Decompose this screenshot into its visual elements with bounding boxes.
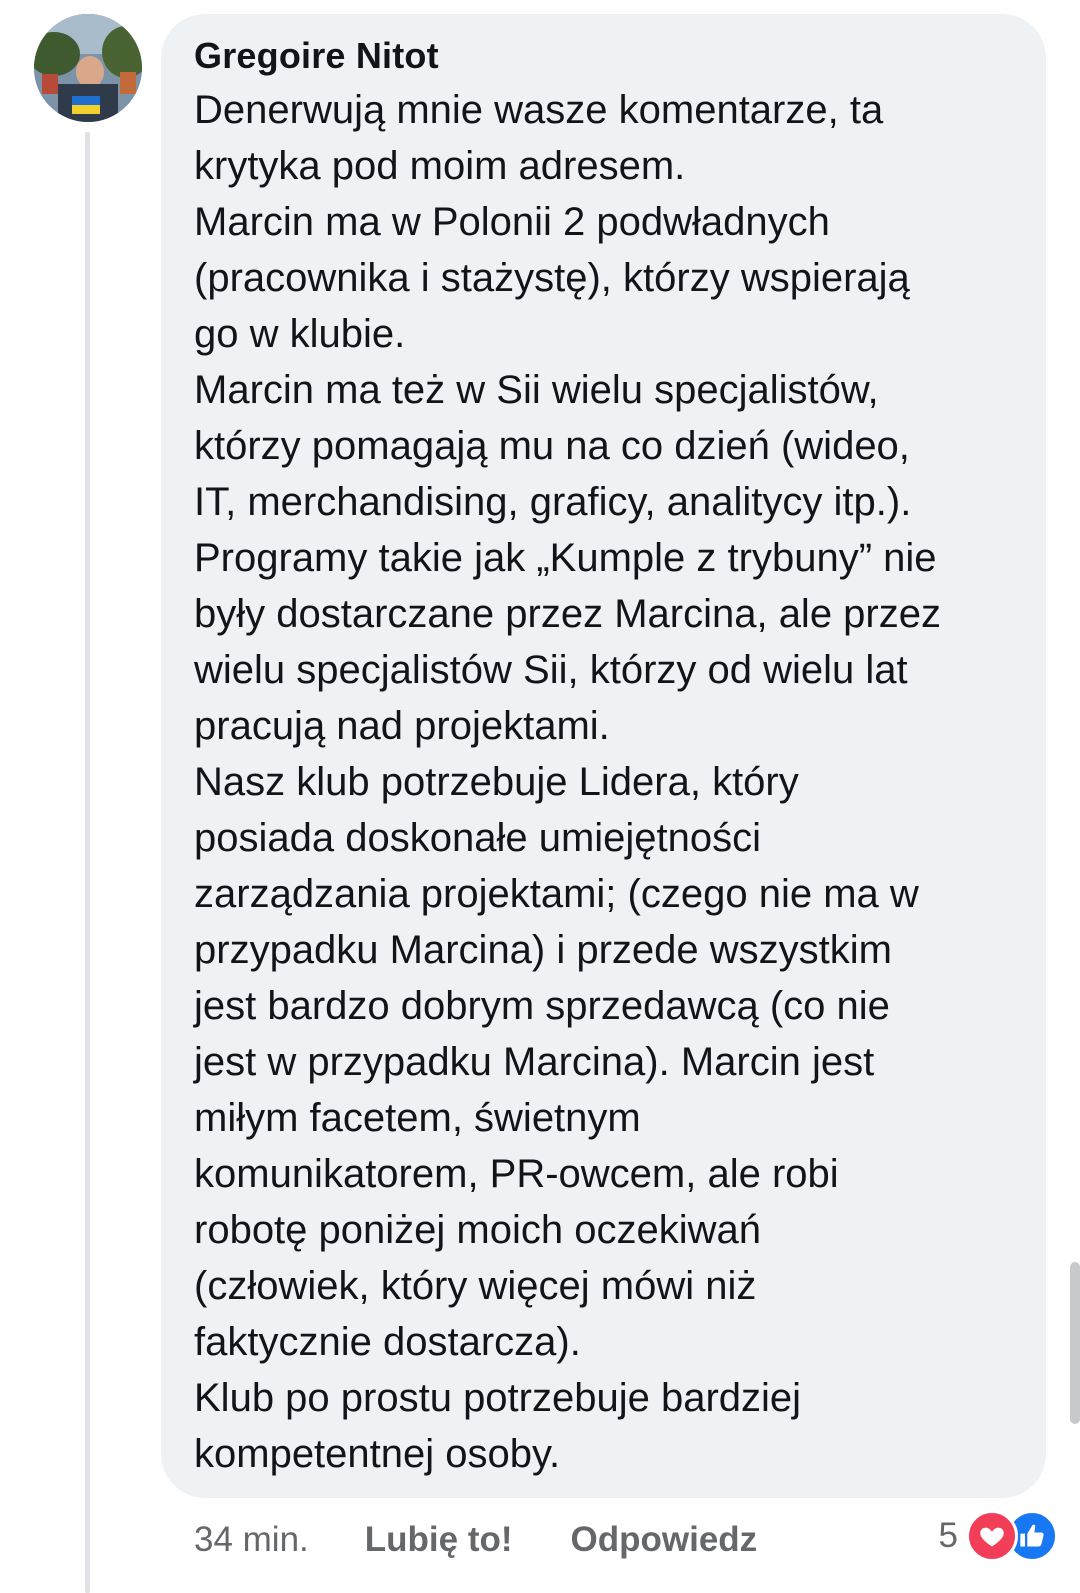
- comment-bubble: Gregoire Nitot Denerwują mnie wasze kome…: [161, 14, 1046, 1498]
- scrollbar[interactable]: [1070, 1262, 1080, 1424]
- comment-actions: 34 min. Lubię to! Odpowiedz: [194, 1514, 815, 1566]
- like-button[interactable]: Lubię to!: [365, 1520, 513, 1560]
- reaction-summary[interactable]: 5: [939, 1510, 1058, 1562]
- reply-button[interactable]: Odpowiedz: [571, 1520, 758, 1560]
- comment-timestamp[interactable]: 34 min.: [194, 1520, 309, 1560]
- comment-thread: Gregoire Nitot Denerwują mnie wasze kome…: [0, 0, 1080, 1593]
- love-icon: [966, 1510, 1018, 1562]
- avatar[interactable]: [34, 14, 142, 122]
- comment-text: Denerwują mnie wasze komentarze, ta kryt…: [194, 88, 941, 1476]
- avatar-photo: [34, 14, 142, 122]
- reaction-count: 5: [938, 1516, 958, 1555]
- thread-line: [85, 132, 90, 1593]
- comment-author[interactable]: Gregoire Nitot: [194, 34, 1016, 78]
